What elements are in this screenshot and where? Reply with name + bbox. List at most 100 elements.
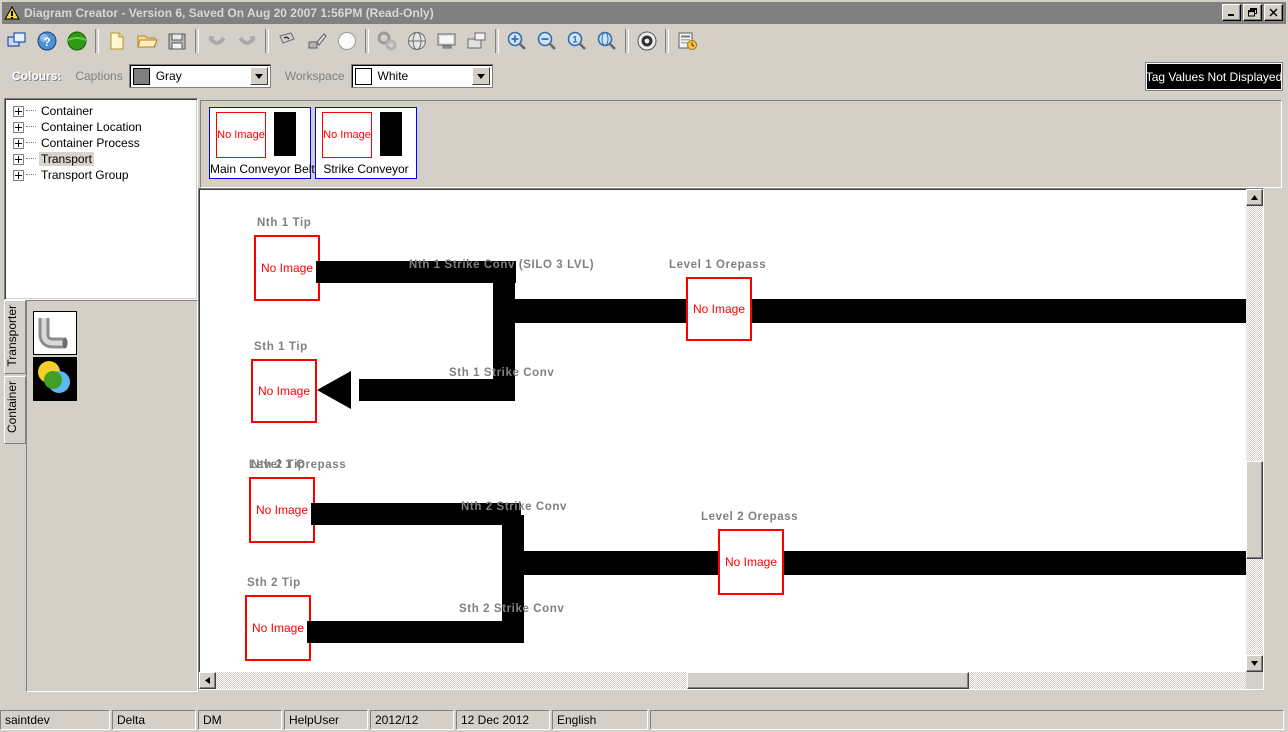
side-tab-container[interactable]: Container <box>4 376 26 444</box>
toolbar-separator <box>625 29 629 53</box>
tree-connector <box>26 158 36 160</box>
captions-colour-swatch <box>132 67 150 85</box>
expand-plus-icon[interactable] <box>13 105 24 117</box>
node-level-2-orepass[interactable]: No Image <box>718 529 784 595</box>
expand-plus-icon[interactable] <box>13 169 24 181</box>
side-tab-label: Transporter <box>5 305 19 367</box>
captions-colour-select[interactable]: Gray <box>128 64 271 88</box>
vertical-scroll-thumb[interactable] <box>1246 461 1263 559</box>
new-file-icon[interactable] <box>102 26 132 56</box>
zoom-actual-icon[interactable]: 1 <box>562 26 592 56</box>
gears-icon[interactable] <box>372 26 402 56</box>
globe-green-icon[interactable] <box>62 26 92 56</box>
palette-item-main-conveyor-belt[interactable]: No Image Main Conveyor Belt <box>209 107 315 179</box>
node-sth-2-tip[interactable]: No Image <box>245 595 311 661</box>
toolbar-separator <box>265 29 269 53</box>
tree-item-container-location[interactable]: Container Location <box>13 119 197 135</box>
side-tab-label: Container <box>5 381 19 434</box>
tree-item-transport-group[interactable]: Transport Group <box>13 167 197 183</box>
zoom-fit-icon[interactable] <box>592 26 622 56</box>
tree-item-label: Container Location <box>41 120 142 134</box>
paint-icon[interactable] <box>272 26 302 56</box>
schedule-icon[interactable] <box>672 26 702 56</box>
horizontal-scroll-thumb[interactable] <box>687 672 969 689</box>
status-cell-date: 12 Dec 2012 <box>456 710 550 730</box>
toolbar-separator <box>195 29 199 53</box>
pipe-elbow-icon[interactable] <box>33 311 77 355</box>
node-label-sth-1-tip: Sth 1 Tip <box>254 341 308 353</box>
options-gear-icon[interactable] <box>632 26 662 56</box>
scroll-left-button[interactable] <box>199 672 216 689</box>
tree-item-label: Transport Group <box>41 168 129 182</box>
chevron-down-icon[interactable] <box>471 67 490 85</box>
zoom-out-icon[interactable] <box>532 26 562 56</box>
main-toolbar: ? 1 <box>2 24 1286 58</box>
tree-connector <box>26 174 36 176</box>
palette-item-strike-conveyor[interactable]: No Image Strike Conveyor <box>315 107 417 179</box>
chevron-down-icon[interactable] <box>249 67 268 85</box>
expand-plus-icon[interactable] <box>13 121 24 133</box>
conveyor-label-sth-1: Sth 1 Strike Conv <box>449 367 555 379</box>
conveyor-level2-main[interactable] <box>515 551 1263 575</box>
no-image-placeholder: No Image <box>322 112 372 158</box>
tree-item-transport[interactable]: Transport <box>13 151 197 167</box>
palette-item-label: Main Conveyor Belt <box>210 162 315 176</box>
zoom-in-icon[interactable] <box>502 26 532 56</box>
palette-thumbnail: No Image <box>210 108 310 158</box>
tree-item-label: Container <box>41 104 94 118</box>
toolbar-separator <box>365 29 369 53</box>
captions-colour-value: Gray <box>155 69 182 83</box>
redo-icon[interactable] <box>232 26 262 56</box>
status-cell-site: Delta <box>112 710 196 730</box>
pencil-icon[interactable] <box>302 26 332 56</box>
conveyor-label-sth-2: Sth 2 Strike Conv <box>459 603 565 615</box>
new-diagram-icon[interactable] <box>2 26 32 56</box>
ellipse-icon[interactable] <box>332 26 362 56</box>
conveyor-level1-main[interactable] <box>506 299 1263 323</box>
status-cell-language: English <box>552 710 648 730</box>
venn-circles-icon[interactable] <box>33 357 77 401</box>
application-window: Diagram Creator - Version 6, Saved On Au… <box>0 0 1288 732</box>
tree-item-container[interactable]: Container <box>13 103 197 119</box>
object-tree[interactable]: Container Container Location Container P… <box>4 98 198 300</box>
undo-icon[interactable] <box>202 26 232 56</box>
open-folder-icon[interactable] <box>132 26 162 56</box>
status-cell-role: HelpUser <box>284 710 368 730</box>
node-nth-1-tip[interactable]: No Image <box>254 235 320 301</box>
captions-label: Captions <box>75 69 123 83</box>
tree-item-label: Transport <box>39 152 94 166</box>
scroll-up-button[interactable] <box>1246 189 1263 206</box>
svg-text:?: ? <box>43 35 50 49</box>
object-tray <box>26 300 198 692</box>
help-icon[interactable]: ? <box>32 26 62 56</box>
toolbar-separator <box>95 29 99 53</box>
minimize-button[interactable] <box>1222 4 1241 21</box>
expand-plus-icon[interactable] <box>13 153 24 165</box>
palette-item-label: Strike Conveyor <box>323 162 409 176</box>
tree-item-label: Container Process <box>41 136 140 150</box>
canvas-horizontal-scrollbar[interactable] <box>199 672 1263 689</box>
side-tab-strip: Transporter Container <box>4 300 26 690</box>
no-image-placeholder: No Image <box>251 621 305 635</box>
node-level-1-orepass[interactable]: No Image <box>686 277 752 341</box>
conveyor-bar-glyph <box>380 112 402 156</box>
monitor-icon[interactable] <box>432 26 462 56</box>
print-preview-icon[interactable] <box>462 26 492 56</box>
save-disk-icon[interactable] <box>162 26 192 56</box>
node-sth-1-tip[interactable]: No Image <box>251 359 317 423</box>
node-nth-2-tip[interactable]: No Image <box>249 477 315 543</box>
side-tab-transporter[interactable]: Transporter <box>4 300 26 374</box>
tree-connector <box>26 110 36 112</box>
toolbar-separator <box>665 29 669 53</box>
workspace-colour-select[interactable]: White <box>350 64 493 88</box>
scroll-down-button[interactable] <box>1246 655 1263 672</box>
world-icon[interactable] <box>402 26 432 56</box>
conveyor-sth2-horizontal[interactable] <box>307 621 522 643</box>
close-button[interactable] <box>1264 4 1283 21</box>
diagram-canvas[interactable]: Nth 1 Tip No Image Nth 1 Strike Conv (SI… <box>198 188 1264 690</box>
tree-item-container-process[interactable]: Container Process <box>13 135 197 151</box>
expand-plus-icon[interactable] <box>13 137 24 149</box>
restore-button[interactable] <box>1243 4 1262 21</box>
canvas-vertical-scrollbar[interactable] <box>1246 189 1263 689</box>
conveyor-sth1-horizontal[interactable] <box>359 379 515 401</box>
